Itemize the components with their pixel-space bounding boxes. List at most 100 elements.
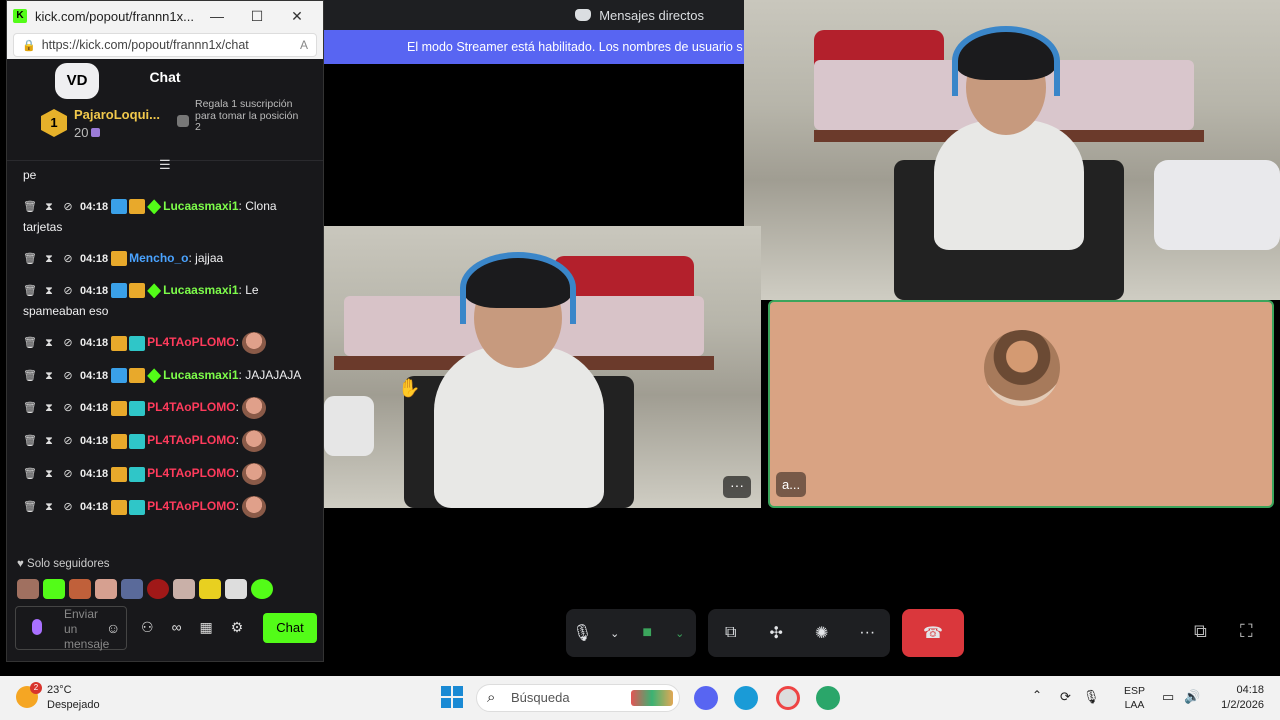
minimize-button[interactable]: — [197,8,237,24]
chat-message[interactable]: 🗑 ⧗ ⊘ 04:18 Mencho_o: jajjaa [23,248,317,269]
emoji-icon[interactable]: ☺ [106,620,120,636]
trash-icon[interactable]: 🗑 [23,398,37,418]
ban-icon[interactable]: ⊘ [61,333,75,353]
message-username[interactable]: PL4TAoPLOMO [147,499,235,513]
emote-icon[interactable] [173,579,195,599]
ban-icon[interactable]: ⊘ [61,366,75,386]
chat-message[interactable]: 🗑 ⧗ ⊘ 04:18 PL4TAoPLOMO: [23,463,317,485]
sync-icon[interactable]: ⟳ [1060,689,1071,705]
chat-message[interactable]: pe [23,165,317,185]
chrome-app-icon[interactable] [776,686,800,710]
quick-settings[interactable]: ▭ 🔊 [1162,689,1200,705]
message-username[interactable]: Lucaasmaxi1 [163,199,238,213]
trash-icon[interactable]: 🗑 [23,431,37,451]
emote-icon[interactable] [17,579,39,599]
edge-beta-app-icon[interactable] [816,686,840,710]
message-username[interactable]: PL4TAoPLOMO [147,335,235,349]
timeout-icon[interactable]: ⧗ [42,249,56,269]
trash-icon[interactable]: 🗑 [23,249,37,269]
taskbar-search[interactable]: ⌕ Búsqueda [476,684,680,712]
gear-icon[interactable]: ⚙ [231,619,244,636]
emote-icon[interactable] [95,579,117,599]
trash-icon[interactable]: 🗑 [23,197,37,217]
leader-username[interactable]: PajaroLoqui... [74,107,160,122]
timeout-icon[interactable]: ⧗ [42,398,56,418]
camera-icon[interactable]: ■ [636,624,658,642]
soundboard-icon[interactable]: ✺ [811,623,833,643]
taskbar-clock[interactable]: 04:18 1/2/2026 [1212,683,1264,713]
chat-message[interactable]: 🗑 ⧗ ⊘ 04:18 PL4TAoPLOMO: [23,397,317,419]
timeout-icon[interactable]: ⧗ [42,333,56,353]
emote-icon[interactable] [121,579,143,599]
maximize-button[interactable]: ☐ [237,8,277,25]
message-username[interactable]: PL4TAoPLOMO [147,400,235,414]
ban-icon[interactable]: ⊘ [61,464,75,484]
emote-icon[interactable] [147,579,169,599]
microphone-icon[interactable] [32,619,42,635]
popout-icon[interactable]: ⧉ [1194,621,1207,642]
timeout-icon[interactable]: ⧗ [42,431,56,451]
ban-icon[interactable]: ⊘ [61,281,75,301]
send-chat-button[interactable]: Chat [263,613,317,643]
more-options-icon[interactable]: ··· [856,624,878,642]
trash-icon[interactable]: 🗑 [23,497,37,517]
ban-icon[interactable]: ⊘ [61,398,75,418]
chevron-up-icon[interactable]: ⌃ [1032,688,1042,702]
start-button[interactable] [441,686,463,708]
fullscreen-icon[interactable]: ⛶ [1240,621,1253,642]
infinity-icon[interactable]: ∞ [172,619,182,636]
emote-icon[interactable] [69,579,91,599]
timeout-icon[interactable]: ⧗ [42,197,56,217]
language-indicator[interactable]: ESP LAA [1124,684,1145,712]
chat-message[interactable]: 🗑 ⧗ ⊘ 04:18 PL4TAoPLOMO: [23,332,317,354]
camera-tile-main[interactable]: ✋ ··· [324,226,761,508]
emote-icon[interactable] [251,579,273,599]
participant-tile[interactable]: a... [768,300,1274,508]
message-username[interactable]: Lucaasmaxi1 [163,283,238,297]
chat-message[interactable]: 🗑 ⧗ ⊘ 04:18 Lucaasmaxi1: Le spameaban eso [23,280,317,321]
timeout-icon[interactable]: ⧗ [42,366,56,386]
users-icon[interactable]: ⚇ [141,619,154,636]
chevron-down-icon[interactable]: ⌄ [669,627,691,640]
chat-message[interactable]: 🗑 ⧗ ⊘ 04:18 Lucaasmaxi1: JAJAJAJA [23,365,317,386]
disconnect-button[interactable]: ☎ [902,609,964,657]
trash-icon[interactable]: 🗑 [23,333,37,353]
timeout-icon[interactable]: ⧗ [42,281,56,301]
message-username[interactable]: PL4TAoPLOMO [147,433,235,447]
camera-tile-self[interactable] [744,0,1280,300]
trash-icon[interactable]: 🗑 [23,464,37,484]
microphone-icon[interactable]: 🎙 [1083,689,1100,705]
chevron-down-icon[interactable]: ⌄ [604,627,626,640]
microphone-icon[interactable]: 🎙 [571,623,593,643]
crown-badge-icon [111,335,128,351]
timeout-icon[interactable]: ⧗ [42,497,56,517]
close-button[interactable]: ✕ [277,8,317,25]
read-aloud-icon[interactable]: A [300,38,308,52]
emote-icon[interactable] [43,579,65,599]
chat-message[interactable]: 🗑 ⧗ ⊘ 04:18 PL4TAoPLOMO: [23,496,317,518]
lock-icon: 🔒 [22,39,36,52]
chat-message[interactable]: 🗑 ⧗ ⊘ 04:18 PL4TAoPLOMO: [23,430,317,452]
tile-more-button[interactable]: ··· [723,476,751,498]
chat-input[interactable]: Enviar un mensaje ☺ [15,606,127,651]
emote-icon[interactable] [225,579,247,599]
ban-icon[interactable]: ⊘ [61,431,75,451]
trash-icon[interactable]: 🗑 [23,281,37,301]
gift-prompt[interactable]: Regala 1 suscripción para tomar la posic… [195,98,305,134]
message-username[interactable]: Mencho_o [129,251,188,265]
store-icon[interactable]: ▦ [200,619,213,636]
url-field[interactable]: 🔒 https://kick.com/popout/frannn1x/chat … [13,33,317,57]
timeout-icon[interactable]: ⧗ [42,464,56,484]
message-username[interactable]: PL4TAoPLOMO [147,466,235,480]
chat-message[interactable]: 🗑 ⧗ ⊘ 04:18 Lucaasmaxi1: Clona tarjetas [23,196,317,237]
screen-share-icon[interactable]: ⧉ [720,624,742,642]
trash-icon[interactable]: 🗑 [23,366,37,386]
ban-icon[interactable]: ⊘ [61,497,75,517]
message-username[interactable]: Lucaasmaxi1 [163,368,238,382]
edge-app-icon[interactable] [734,686,758,710]
ban-icon[interactable]: ⊘ [61,197,75,217]
activities-icon[interactable]: ✣ [765,623,787,643]
discord-app-icon[interactable] [694,686,718,710]
emote-icon[interactable] [199,579,221,599]
ban-icon[interactable]: ⊘ [61,249,75,269]
